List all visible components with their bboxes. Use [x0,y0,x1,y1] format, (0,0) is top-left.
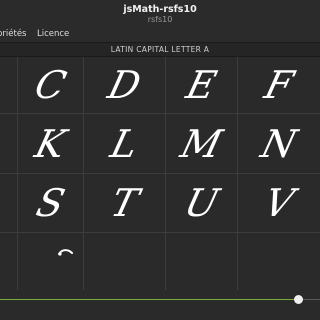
slider-fill [0,299,298,300]
glyph-cell[interactable]: L [84,114,166,174]
window-subtitle: rsfs10 [147,15,173,24]
window-title: jsMath-rsfs10 [123,4,197,15]
glyph-cell[interactable]: C [18,57,84,114]
glyph-cell[interactable]: E [166,57,238,114]
glyph: D [103,63,146,107]
glyph-size-slider[interactable] [0,290,320,320]
glyph-cell[interactable] [238,233,320,290]
glyph-cell[interactable]: U [166,174,238,233]
glyph-cell[interactable] [18,233,84,290]
glyph-cell[interactable] [0,233,18,290]
glyph-cell[interactable]: S [18,174,84,233]
glyph-cell[interactable]: V [238,174,320,233]
glyph-cell[interactable] [84,233,166,290]
menu-item-license[interactable]: Licence [37,28,69,40]
glyph: N [256,122,302,166]
menu-bar: priétés Licence [0,26,320,42]
glyph-cell[interactable]: F [238,57,320,114]
glyph: T [106,181,143,225]
glyph-cell[interactable]: N [238,114,320,174]
glyph-grid: C D E F K L M N S T U V [0,57,320,290]
glyph-cell[interactable] [166,233,238,290]
selected-character-name: LATIN CAPITAL LETTER A [110,45,210,54]
glyph: F [260,63,298,107]
partial-glyph-icon [58,249,73,256]
glyph-cell[interactable]: M [166,114,238,174]
glyph: L [106,122,143,166]
glyph-cell[interactable]: T [84,174,166,233]
selected-character-header: LATIN CAPITAL LETTER A [0,42,320,57]
slider-thumb[interactable] [294,295,303,304]
menu-item-properties[interactable]: priétés [0,28,26,40]
glyph-cell[interactable]: D [84,57,166,114]
title-bar: jsMath-rsfs10 rsfs10 [0,0,320,26]
glyph: E [182,63,221,107]
glyph: U [180,181,224,225]
glyph-cell[interactable]: K [18,114,84,174]
glyph: V [259,181,299,225]
